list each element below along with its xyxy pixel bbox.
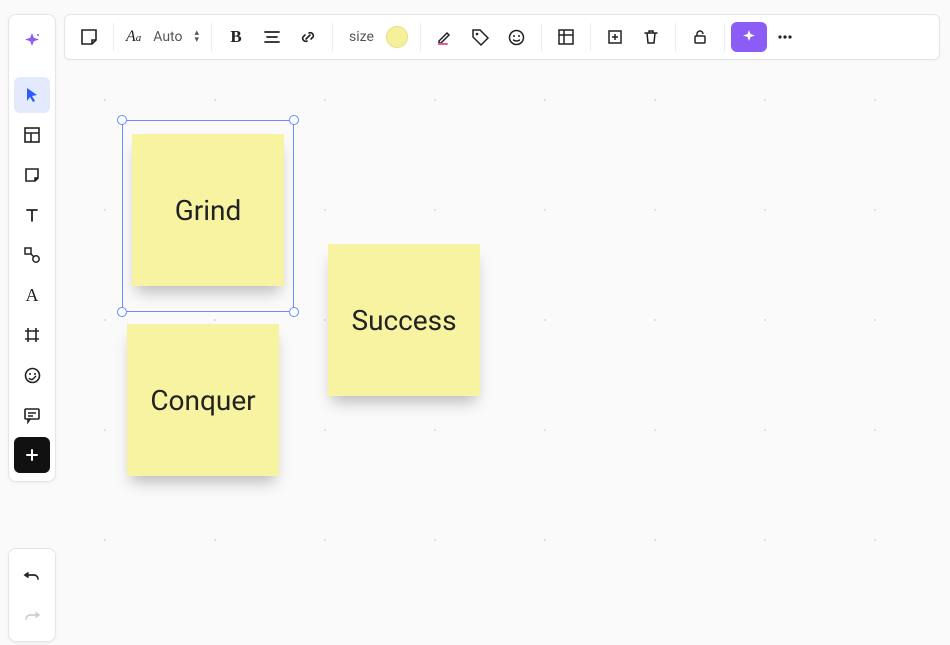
connector-tool-button[interactable]: A [14, 277, 50, 313]
fill-color-button[interactable]: size [339, 19, 414, 55]
lock-open-icon [691, 28, 709, 46]
bold-button[interactable]: B [218, 19, 254, 55]
lock-button[interactable] [682, 19, 718, 55]
sticky-note-icon [23, 166, 41, 184]
cursor-icon [23, 86, 41, 104]
frame-icon [23, 326, 41, 344]
text-a-icon: A [26, 285, 39, 306]
bold-icon: B [230, 27, 241, 47]
size-label: size [345, 29, 378, 45]
font-aa-icon: Aa [126, 28, 141, 46]
sticker-tool-button[interactable] [14, 357, 50, 393]
sticky-note-icon [79, 27, 99, 47]
tag-icon [471, 28, 490, 47]
sticky-note-text: Grind [175, 194, 242, 227]
view-split-button[interactable] [548, 19, 584, 55]
more-button[interactable] [767, 19, 803, 55]
format-toolbar: Aa Auto ▴ ▾ B size [64, 14, 940, 60]
highlighter-icon [435, 27, 455, 47]
color-swatch-icon [386, 26, 408, 48]
link-icon [299, 28, 317, 46]
redo-icon [22, 605, 42, 625]
font-mode-label: Auto [149, 29, 186, 45]
font-size-control[interactable]: Aa Auto ▴ ▾ [120, 19, 205, 55]
link-button[interactable] [290, 19, 326, 55]
sticky-tool-button[interactable] [14, 157, 50, 193]
emoji-button[interactable] [499, 19, 535, 55]
ai-tool-button[interactable] [14, 23, 50, 59]
shapes-icon [23, 246, 41, 264]
text-tool-button[interactable] [14, 197, 50, 233]
sticky-note[interactable]: Grind [132, 134, 284, 286]
plus-icon [24, 447, 40, 463]
align-button[interactable] [254, 19, 290, 55]
undo-icon [22, 565, 42, 585]
undo-button[interactable] [14, 557, 50, 593]
redo-button[interactable] [14, 597, 50, 633]
select-tool-button[interactable] [14, 77, 50, 113]
chevron-down-icon[interactable]: ▾ [194, 37, 199, 44]
template-tool-button[interactable] [14, 117, 50, 153]
note-shape-button[interactable] [71, 19, 107, 55]
table-icon [557, 28, 575, 46]
add-tool-button[interactable] [14, 437, 50, 473]
ai-button[interactable] [731, 22, 767, 52]
sticky-note-text: Conquer [150, 384, 255, 417]
sticky-note[interactable]: Conquer [127, 324, 279, 476]
trash-icon [642, 28, 660, 46]
duplicate-button[interactable] [597, 19, 633, 55]
dots-icon [776, 28, 794, 46]
sticker-icon [23, 366, 42, 385]
text-icon [23, 206, 41, 224]
sticky-note-text: Success [351, 304, 456, 337]
sparkle-icon [22, 31, 42, 51]
duplicate-icon [606, 28, 624, 46]
highlight-button[interactable] [427, 19, 463, 55]
emoji-icon [507, 28, 526, 47]
sparkle-icon [741, 29, 757, 45]
font-size-stepper[interactable]: ▴ ▾ [194, 30, 199, 44]
shapes-tool-button[interactable] [14, 237, 50, 273]
comment-icon [23, 406, 41, 424]
history-sidebar [8, 548, 56, 642]
delete-button[interactable] [633, 19, 669, 55]
sticky-note[interactable]: Success [328, 244, 480, 396]
align-center-icon [263, 28, 281, 46]
tag-button[interactable] [463, 19, 499, 55]
frame-tool-button[interactable] [14, 317, 50, 353]
tool-sidebar: A [8, 14, 56, 482]
comment-tool-button[interactable] [14, 397, 50, 433]
layout-icon [23, 126, 41, 144]
